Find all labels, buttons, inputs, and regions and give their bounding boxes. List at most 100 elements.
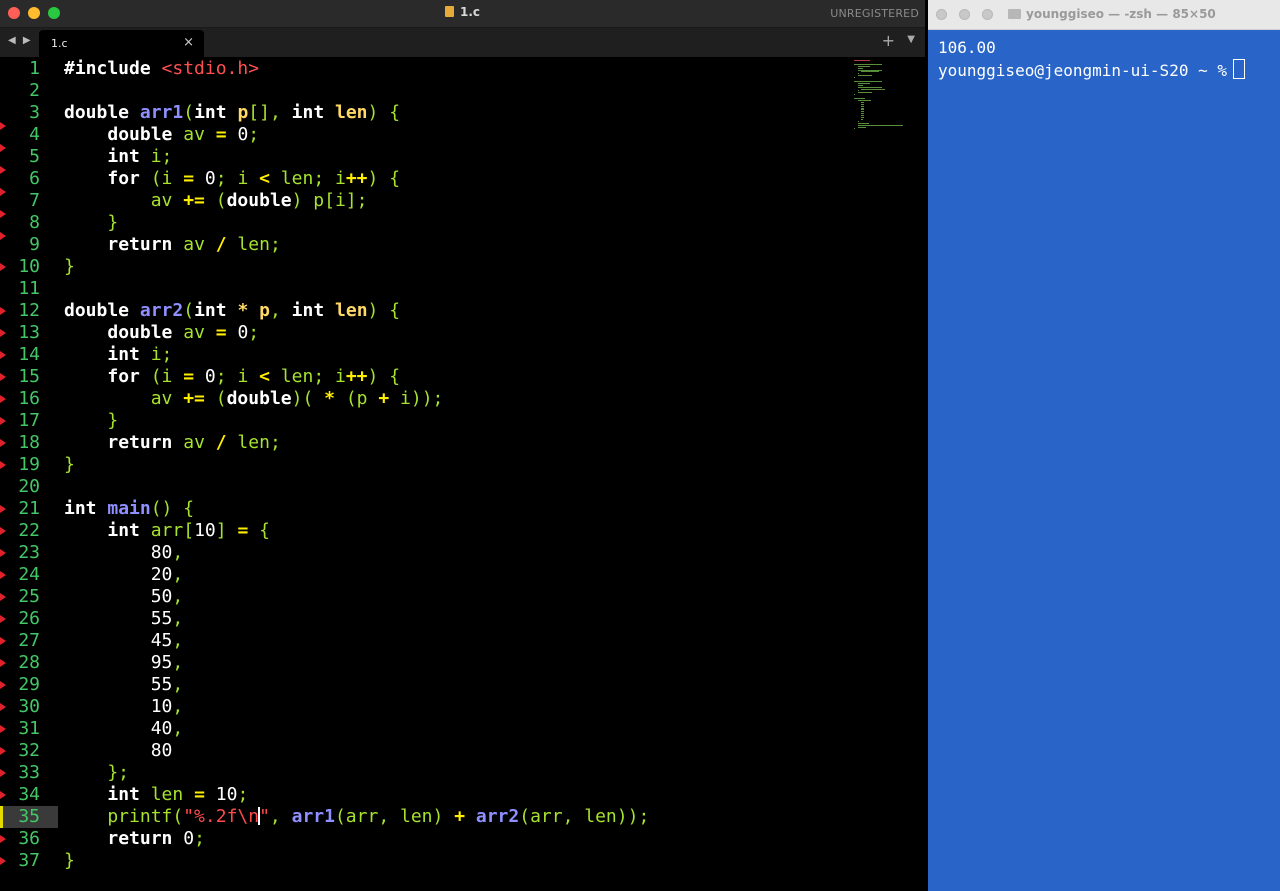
minimap-line	[861, 88, 886, 90]
code-text: 80	[150, 740, 173, 761]
code-text: int arr[10] = {	[107, 520, 270, 541]
code-line[interactable]: 15 for (i = 0; i < len; i++) {	[0, 366, 925, 388]
line-number: 13	[18, 322, 40, 343]
line-number: 24	[18, 564, 40, 585]
code-text: 80,	[150, 542, 184, 563]
code-text: return av / len;	[107, 234, 281, 255]
code-line[interactable]: 5 int i;	[0, 144, 925, 168]
code-line[interactable]: 14 int i;	[0, 344, 925, 366]
code-line[interactable]: 13 double av = 0;	[0, 322, 925, 344]
code-line[interactable]: 2	[0, 80, 925, 102]
code-line[interactable]: 4 double av = 0;	[0, 122, 925, 146]
code-line[interactable]: 29 55,	[0, 674, 925, 696]
minimap-line	[854, 128, 855, 130]
line-number: 35	[18, 806, 40, 827]
tab-menu-chevron-icon[interactable]: ▼	[907, 34, 915, 45]
line-number: 21	[18, 498, 40, 519]
terminal-prompt: younggiseo@jeongmin-ui-S20 ~ %	[938, 61, 1227, 80]
code-line[interactable]: 22 int arr[10] = {	[0, 520, 925, 542]
line-number: 7	[29, 190, 40, 211]
minimap-line	[861, 109, 864, 111]
code-line[interactable]: 23 80,	[0, 542, 925, 564]
minimap-line	[861, 118, 863, 120]
line-number: 1	[29, 58, 40, 79]
line-number: 20	[18, 476, 40, 497]
terminal-zoom-button[interactable]	[982, 9, 993, 20]
code-line[interactable]: 6 for (i = 0; i < len; i++) {	[0, 166, 925, 190]
line-number: 15	[18, 366, 40, 387]
code-line[interactable]: 7 av += (double) p[i];	[0, 188, 925, 212]
code-text: }	[64, 850, 75, 871]
code-line[interactable]: 35 printf("%.2f\n", arr1(arr, len) + arr…	[0, 806, 925, 828]
line-number: 2	[29, 80, 40, 101]
minimap-line	[854, 77, 855, 79]
file-icon	[444, 6, 454, 17]
code-line[interactable]: 1 #include <stdio.h>	[0, 58, 925, 80]
tab-close-icon[interactable]: ×	[183, 35, 194, 50]
code-line[interactable]: 16 av += (double)( * (p + i));	[0, 388, 925, 410]
code-line[interactable]: 8 }	[0, 210, 925, 234]
code-line[interactable]: 28 95,	[0, 652, 925, 674]
line-number: 10	[18, 256, 40, 277]
terminal-prompt-line[interactable]: younggiseo@jeongmin-ui-S20 ~ %	[938, 59, 1272, 82]
code-line[interactable]: 37}	[0, 850, 925, 872]
terminal-window[interactable]: younggiseo — -zsh — 85×50 106.00 younggis…	[928, 0, 1280, 891]
code-text: av += (double)( * (p + i));	[64, 388, 444, 409]
code-line[interactable]: 18 return av / len;	[0, 432, 925, 454]
code-line[interactable]: 30 10,	[0, 696, 925, 718]
line-number: 25	[18, 586, 40, 607]
code-line[interactable]: 11	[0, 278, 925, 300]
line-number: 26	[18, 608, 40, 629]
code-line[interactable]: 21 int main() {	[0, 498, 925, 520]
line-number: 4	[29, 124, 40, 145]
terminal-output-line: 106.00	[938, 38, 996, 57]
terminal-minimize-button[interactable]	[959, 9, 970, 20]
line-number: 18	[18, 432, 40, 453]
minimap-line	[861, 103, 864, 105]
code-text: 10,	[150, 696, 184, 717]
code-line[interactable]: 17 }	[0, 410, 925, 432]
line-number: 23	[18, 542, 40, 563]
code-text: for (i = 0; i < len; i++) {	[107, 366, 401, 387]
code-line[interactable]: 20	[0, 476, 925, 498]
code-line[interactable]: 36 return 0;	[0, 828, 925, 850]
unregistered-label: UNREGISTERED	[830, 7, 919, 20]
code-editor[interactable]: 1 #include <stdio.h> 2 3 double arr1(int p[]…	[0, 57, 925, 891]
code-text: int len = 10;	[107, 784, 249, 805]
code-text: 55,	[150, 674, 184, 695]
minimap-line	[857, 82, 871, 84]
window-title-text: 1.c	[459, 5, 481, 19]
terminal-title-text: younggiseo — -zsh — 85×50	[1026, 7, 1216, 21]
tab-bar: ◀ ▶ 1.c × + ▼	[0, 28, 925, 57]
code-line[interactable]: 3 double arr1(int p[], int len) {	[0, 102, 925, 124]
code-line[interactable]: 34 int len = 10;	[0, 784, 925, 806]
code-line[interactable]: 25 50,	[0, 586, 925, 608]
terminal-close-button[interactable]	[936, 9, 947, 20]
code-line[interactable]: 24 20,	[0, 564, 925, 586]
line-number: 11	[18, 278, 40, 299]
code-text: return 0;	[107, 828, 205, 849]
minimap-line	[861, 101, 864, 103]
code-line[interactable]: 9 return av / len;	[0, 232, 925, 256]
code-text: av += (double) p[i];	[64, 190, 368, 211]
minimap[interactable]	[854, 60, 910, 130]
code-line[interactable]: 31 40,	[0, 718, 925, 740]
terminal-output: 106.00 younggiseo@jeongmin-ui-S20 ~ %	[938, 37, 1272, 82]
code-line[interactable]: 12 double arr2(int * p, int len) {	[0, 300, 925, 322]
minimap-line	[854, 98, 865, 99]
code-line[interactable]: 32 80	[0, 740, 925, 762]
line-number: 32	[18, 740, 40, 761]
code-line[interactable]: 19}	[0, 454, 925, 476]
code-line[interactable]: 10}	[0, 256, 925, 278]
code-line[interactable]: 27 45,	[0, 630, 925, 652]
tab-nav-arrows[interactable]: ◀ ▶	[8, 35, 33, 46]
code-line[interactable]: 26 55,	[0, 608, 925, 630]
line-number: 12	[18, 300, 40, 321]
new-tab-button[interactable]: +	[882, 31, 895, 50]
minimap-line	[857, 73, 859, 75]
tab-1c[interactable]: 1.c ×	[39, 30, 204, 57]
code-line[interactable]: 33 };	[0, 762, 925, 784]
minimap-line	[857, 67, 863, 69]
line-number: 37	[18, 850, 40, 871]
minimap-line	[857, 126, 866, 128]
